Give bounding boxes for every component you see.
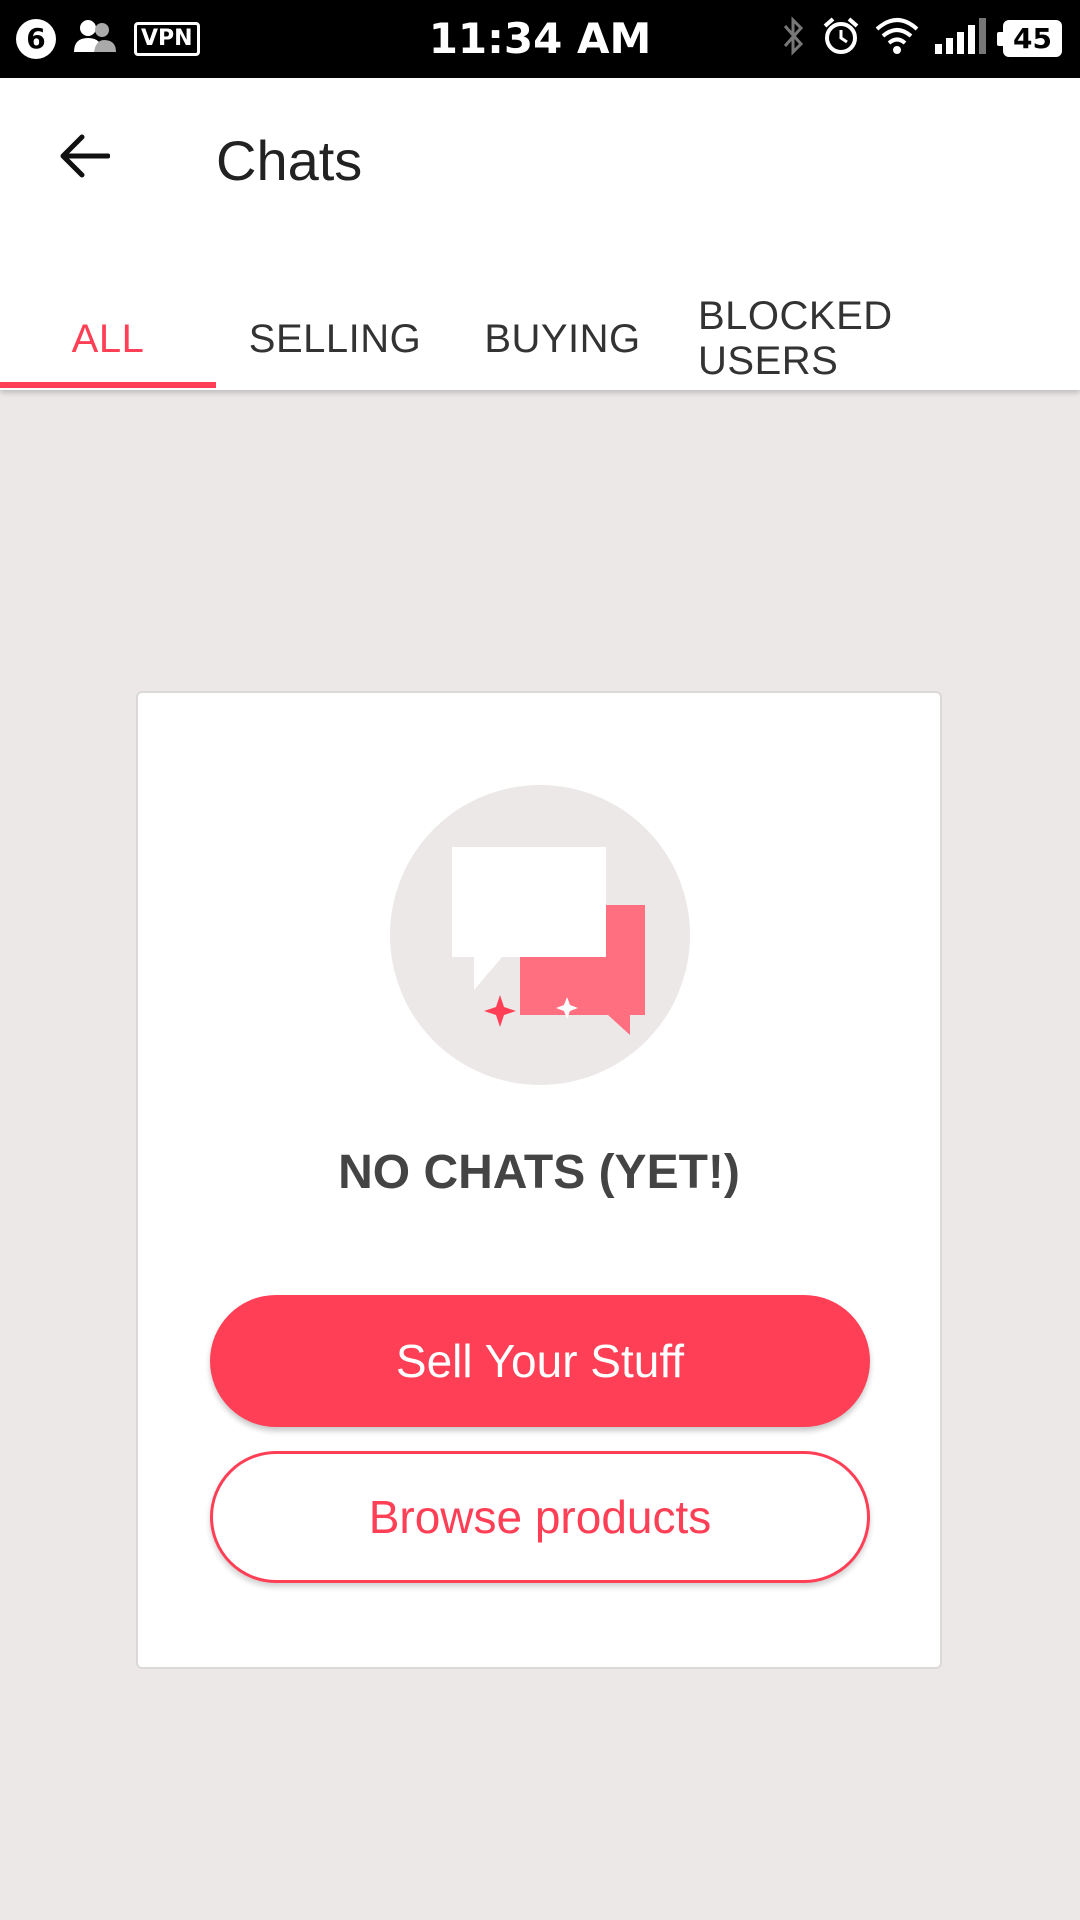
tab-blocked-users[interactable]: BLOCKED USERS xyxy=(698,288,1040,390)
tab-buying[interactable]: BUYING xyxy=(470,288,655,390)
signal-icon xyxy=(933,18,989,59)
status-bar: 6 VPN 11:34 AM 45 xyxy=(0,0,1080,78)
arrow-left-icon xyxy=(58,133,111,184)
browse-products-button[interactable]: Browse products xyxy=(210,1451,870,1583)
active-tab-indicator xyxy=(0,382,216,388)
back-button[interactable] xyxy=(44,118,124,198)
battery-level: 45 xyxy=(997,20,1062,57)
chat-bubbles-icon xyxy=(390,785,690,1085)
sell-your-stuff-button[interactable]: Sell Your Stuff xyxy=(210,1295,870,1427)
empty-state-title: NO CHATS (YET!) xyxy=(338,1146,740,1199)
tab-selling[interactable]: SELLING xyxy=(230,288,440,390)
tab-bar: ALL SELLING BUYING BLOCKED USERS xyxy=(0,288,1080,390)
page-title: Chats xyxy=(216,129,363,192)
bluetooth-icon xyxy=(779,16,807,61)
app-bar: Chats ALL SELLING BUYING BLOCKED USERS xyxy=(0,78,1080,390)
status-bar-right: 45 xyxy=(779,16,1062,61)
tab-all[interactable]: ALL xyxy=(0,288,216,390)
wifi-icon xyxy=(875,17,919,60)
empty-state-card: NO CHATS (YET!) Sell Your Stuff Browse p… xyxy=(136,691,942,1669)
alarm-icon xyxy=(821,16,861,61)
